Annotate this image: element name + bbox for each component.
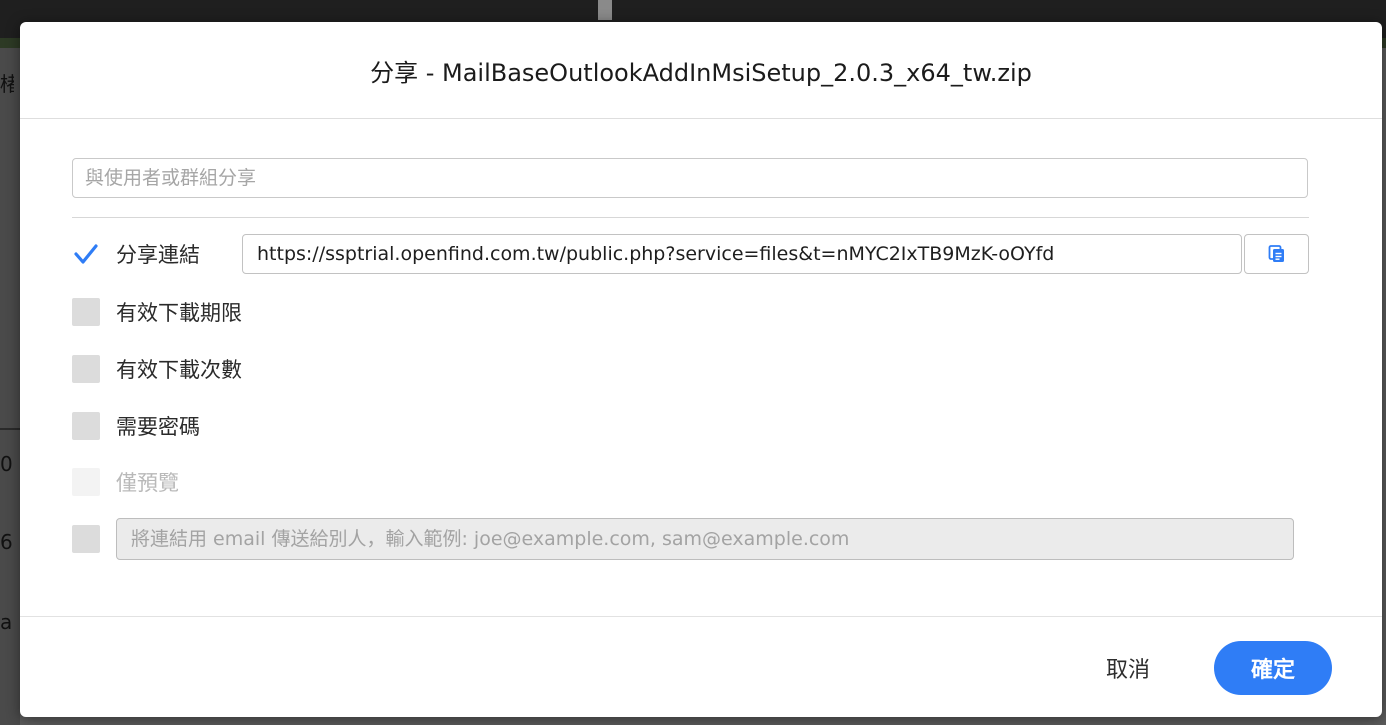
footer-divider bbox=[20, 616, 1382, 617]
confirm-button[interactable]: 確定 bbox=[1214, 641, 1332, 695]
email-checkbox[interactable] bbox=[72, 525, 100, 553]
section-divider bbox=[72, 217, 1309, 218]
option-download-count-row: 有效下載次數 bbox=[72, 354, 242, 384]
background-notch bbox=[598, 0, 612, 20]
dialog-title: 分享 - MailBaseOutlookAddInMsiSetup_2.0.3_… bbox=[370, 58, 1032, 87]
cancel-button[interactable]: 取消 bbox=[1088, 640, 1168, 696]
option-password-checkbox[interactable] bbox=[72, 412, 100, 440]
email-row bbox=[72, 524, 100, 554]
option-password-label: 需要密碼 bbox=[116, 415, 200, 439]
share-link-checkbox[interactable] bbox=[72, 240, 100, 268]
option-expiry-row: 有效下載期限 bbox=[72, 297, 242, 327]
option-preview-only-row: 僅預覽 bbox=[72, 467, 179, 497]
email-recipients-input[interactable] bbox=[116, 518, 1294, 560]
checkmark-icon bbox=[74, 244, 98, 264]
share-link-row: 分享連結 bbox=[72, 239, 200, 269]
option-download-count-label: 有效下載次數 bbox=[116, 358, 242, 382]
background-text: a bbox=[0, 610, 13, 634]
option-expiry-label: 有效下載期限 bbox=[116, 301, 242, 325]
background-text: 6 bbox=[0, 530, 13, 554]
copy-icon bbox=[1268, 245, 1284, 262]
option-download-count-checkbox[interactable] bbox=[72, 355, 100, 383]
option-expiry-checkbox[interactable] bbox=[72, 298, 100, 326]
background-text: 0. bbox=[0, 452, 14, 476]
background-left-edge: 楮 0. 6 a bbox=[0, 48, 20, 725]
copy-link-button[interactable] bbox=[1244, 234, 1309, 274]
background-text: 楮 bbox=[0, 72, 14, 96]
option-preview-only-label: 僅預覽 bbox=[116, 471, 179, 495]
share-with-user-input[interactable] bbox=[72, 158, 1308, 198]
share-link-url-field[interactable] bbox=[242, 234, 1242, 274]
share-dialog: 分享 - MailBaseOutlookAddInMsiSetup_2.0.3_… bbox=[20, 22, 1382, 717]
dialog-header: 分享 - MailBaseOutlookAddInMsiSetup_2.0.3_… bbox=[20, 22, 1382, 119]
background-divider bbox=[0, 428, 20, 430]
share-link-label: 分享連結 bbox=[116, 243, 200, 267]
option-preview-only-checkbox bbox=[72, 468, 100, 496]
option-password-row: 需要密碼 bbox=[72, 411, 200, 441]
